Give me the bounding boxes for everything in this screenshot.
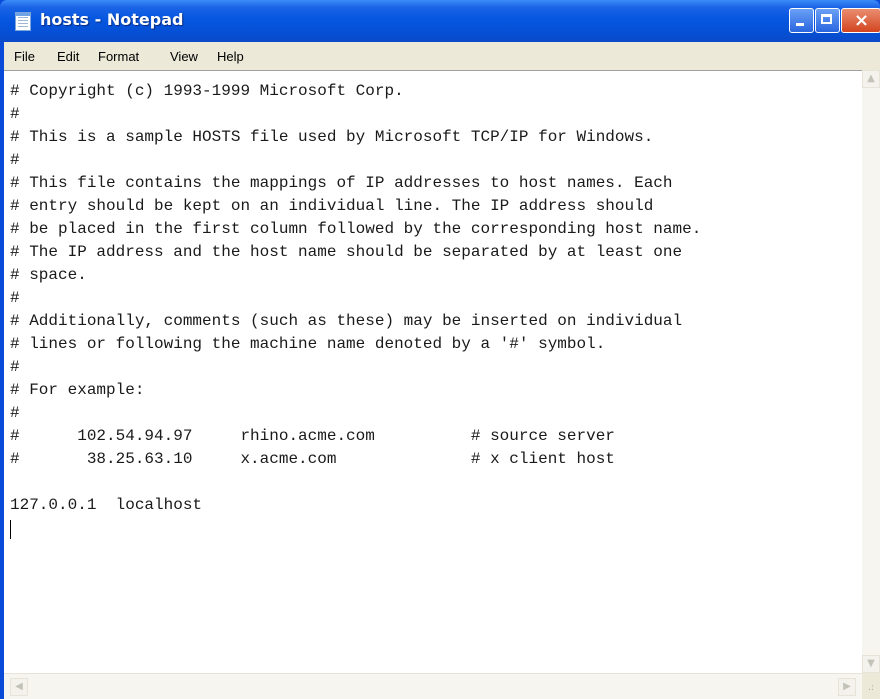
close-button[interactable]: × — [841, 8, 880, 33]
text-line: # space. — [10, 266, 87, 284]
maximize-button[interactable] — [815, 8, 840, 33]
text-line: # 38.25.63.10 x.acme.com # x client host — [10, 450, 615, 468]
text-line: # Copyright (c) 1993-1999 Microsoft Corp… — [10, 82, 404, 100]
text-line: # — [10, 358, 20, 376]
title-bar[interactable]: hosts - Notepad × — [0, 0, 880, 42]
close-icon: × — [854, 10, 870, 31]
menu-file[interactable]: File — [14, 49, 35, 64]
text-caret — [10, 520, 11, 539]
menu-view[interactable]: View — [170, 49, 198, 64]
minimize-button[interactable] — [789, 8, 814, 33]
text-line: # — [10, 105, 20, 123]
scroll-up-icon[interactable]: ▲ — [862, 70, 880, 88]
menu-help[interactable]: Help — [217, 49, 244, 64]
text-line: 127.0.0.1 localhost — [10, 496, 203, 514]
resize-grip-icon[interactable]: .: — [862, 673, 880, 699]
text-line: # — [10, 404, 20, 422]
text-line: # This file contains the mappings of IP … — [10, 174, 673, 192]
menu-format[interactable]: Format — [98, 49, 139, 64]
scroll-right-icon[interactable]: ▶ — [838, 678, 856, 696]
minimize-icon — [796, 23, 804, 26]
text-line: # This is a sample HOSTS file used by Mi… — [10, 128, 654, 146]
text-line: # be placed in the first column followed… — [10, 220, 702, 238]
notepad-icon[interactable] — [15, 12, 31, 31]
vertical-scrollbar[interactable]: ▲ ▼ — [862, 70, 880, 673]
text-line: # — [10, 151, 20, 169]
scroll-down-icon[interactable]: ▼ — [862, 655, 880, 673]
text-line: # lines or following the machine name de… — [10, 335, 606, 353]
text-line: # Additionally, comments (such as these)… — [10, 312, 683, 330]
scroll-left-icon[interactable]: ◀ — [10, 678, 28, 696]
menu-bar: File Edit Format View Help — [4, 42, 880, 71]
text-line: # The IP address and the host name shoul… — [10, 243, 683, 261]
text-line: # 102.54.94.97 rhino.acme.com # source s… — [10, 427, 615, 445]
maximize-icon — [821, 14, 832, 24]
notepad-window: hosts - Notepad × File Edit Format View … — [0, 0, 880, 699]
text-line: # — [10, 289, 20, 307]
text-line: # For example: — [10, 381, 145, 399]
menu-edit[interactable]: Edit — [57, 49, 79, 64]
horizontal-scrollbar[interactable]: ◀ ▶ — [4, 673, 862, 699]
text-editor-area[interactable]: # Copyright (c) 1993-1999 Microsoft Corp… — [4, 70, 862, 674]
text-line: # entry should be kept on an individual … — [10, 197, 654, 215]
window-title: hosts - Notepad — [40, 10, 184, 29]
